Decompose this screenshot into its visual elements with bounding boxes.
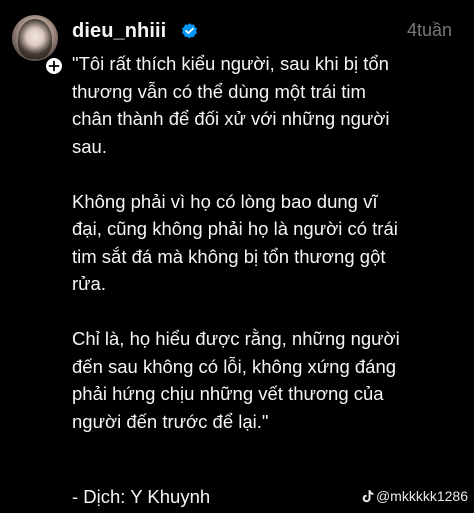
tiktok-icon	[362, 490, 374, 503]
avatar[interactable]	[12, 15, 58, 61]
verified-badge-icon	[181, 23, 198, 39]
follow-button[interactable]	[43, 55, 65, 77]
plus-icon	[48, 60, 60, 72]
translation-credit: - Dịch: Y Khuynh	[72, 486, 211, 507]
author-avatar-container[interactable]	[12, 15, 65, 77]
post-timestamp[interactable]: 4tuần	[407, 20, 452, 41]
post-content: "Tôi rất thích kiểu người, sau khi bị tổ…	[72, 50, 464, 463]
post-paragraph-3: Chỉ là, họ hiểu được rằng, những người đ…	[72, 328, 400, 432]
avatar-image	[18, 19, 52, 59]
author-username[interactable]: dieu_nhiii	[72, 20, 166, 43]
thread-post: dieu_nhiii 4tuần "Tôi rất thích kiểu ngư…	[0, 0, 474, 513]
post-paragraph-1: "Tôi rất thích kiểu người, sau khi bị tổ…	[72, 53, 390, 157]
post-paragraph-2: Không phải vì họ có lòng bao dung vĩ đại…	[72, 190, 398, 295]
tiktok-watermark: @mkkkkk1286	[361, 488, 468, 504]
watermark-handle: @mkkkkk1286	[375, 488, 468, 504]
